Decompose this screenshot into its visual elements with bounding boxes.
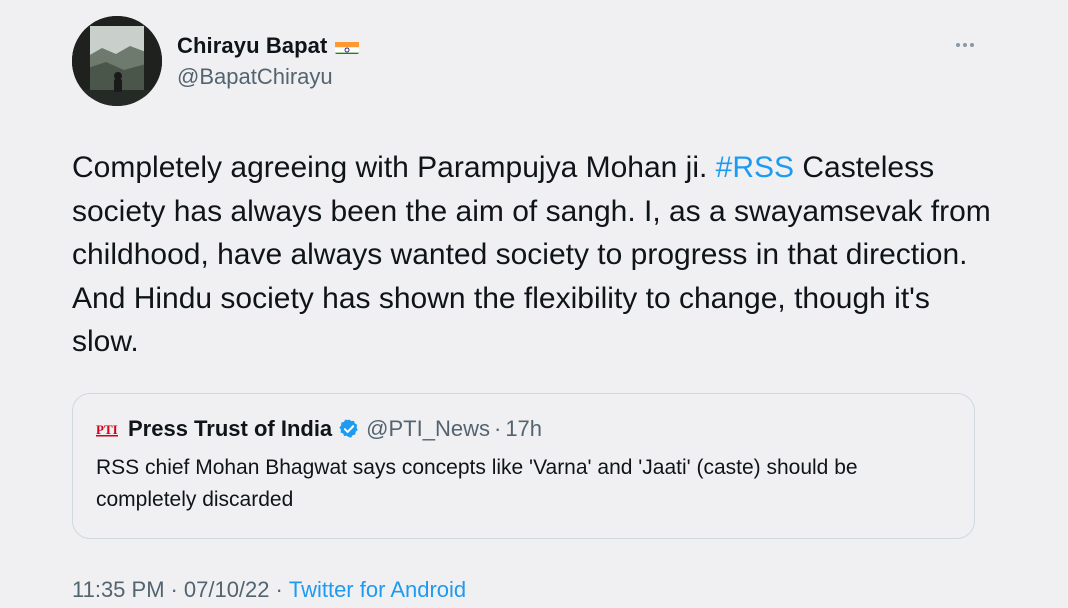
verified-badge-icon [338, 418, 360, 440]
author-name-text: Chirayu Bapat [177, 33, 328, 58]
india-flag-icon [335, 38, 360, 54]
tweet-meta: 11:35 PM · 07/10/22 · Twitter for Android [72, 577, 466, 603]
author-handle[interactable]: @BapatChirayu [177, 64, 333, 90]
quoted-separator: · [493, 416, 502, 441]
tweet-source-link[interactable]: Twitter for Android [289, 577, 466, 602]
tweet-text-start: Completely agreeing with Parampujya Moha… [72, 151, 716, 184]
quoted-tweet-text: RSS chief Mohan Bhagwat says concepts li… [96, 456, 858, 511]
quoted-tweet[interactable]: PTI Press Trust of India @PTI_News · 17h… [72, 393, 975, 539]
meta-separator: · [170, 577, 178, 602]
tweet-card: Chirayu Bapat @BapatChirayu Completely a… [0, 0, 1068, 608]
meta-separator: · [275, 577, 283, 602]
author-name[interactable]: Chirayu Bapat [177, 33, 360, 59]
avatar-image [72, 16, 162, 106]
more-horizontal-icon[interactable] [950, 30, 980, 60]
hashtag-link[interactable]: #RSS [716, 151, 794, 184]
pti-logo-icon: PTI [96, 420, 120, 438]
quoted-author-handle[interactable]: @PTI_News [366, 416, 490, 442]
svg-text:PTI: PTI [96, 422, 118, 437]
quoted-timestamp[interactable]: 17h [505, 416, 542, 442]
tweet-text: Completely agreeing with Parampujya Moha… [72, 146, 1002, 364]
quoted-tweet-header: PTI Press Trust of India @PTI_News · 17h [96, 416, 542, 442]
quoted-author-name[interactable]: Press Trust of India [128, 416, 332, 442]
tweet-date[interactable]: 07/10/22 [184, 577, 270, 602]
tweet-time[interactable]: 11:35 PM [72, 577, 165, 602]
avatar[interactable] [72, 16, 162, 106]
